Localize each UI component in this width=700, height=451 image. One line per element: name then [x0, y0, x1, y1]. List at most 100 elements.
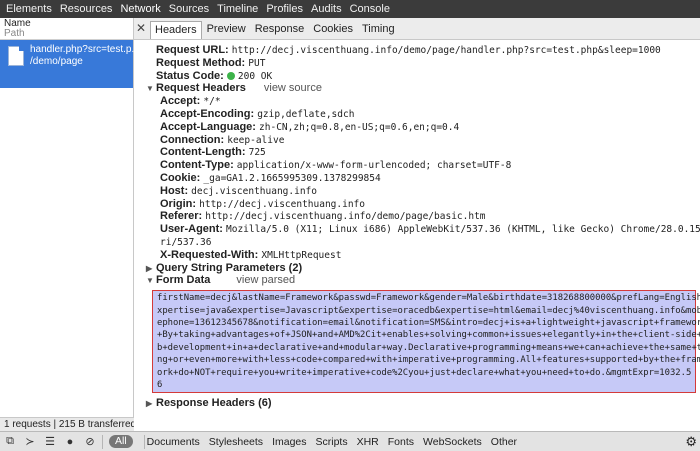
header-key: Host:: [160, 184, 189, 197]
header-value: zh-CN,zh;q=0.8,en-US;q=0.6,en;q=0.4: [259, 121, 460, 133]
tab-timeline[interactable]: Timeline: [217, 0, 258, 18]
request-url-row: Request URL: http://decj.viscenthuang.in…: [146, 44, 700, 57]
response-headers-section[interactable]: ▶ Response Headers (6): [146, 397, 700, 410]
header-row: Accept-Encoding: gzip,deflate,sdch: [146, 108, 700, 121]
tab-profiles[interactable]: Profiles: [266, 0, 303, 18]
tab-resources[interactable]: Resources: [60, 0, 113, 18]
filter-images[interactable]: Images: [272, 436, 306, 448]
status-code-label: Status Code:: [156, 69, 224, 82]
gear-icon[interactable]: ⚙: [685, 434, 697, 450]
form-data-line: ephone=13612345678&notification=email&no…: [157, 317, 700, 328]
header-value: http://decj.viscenthuang.info/demo/page/…: [205, 211, 486, 223]
header-row: X-Requested-With: XMLHttpRequest: [146, 249, 700, 262]
query-string-title: Query String Parameters (2): [156, 261, 303, 274]
tab-audits[interactable]: Audits: [311, 0, 342, 18]
request-name: handler.php?src=test.p...: [30, 44, 140, 55]
list-view-icon[interactable]: ☰: [40, 432, 60, 451]
header-value: Mozilla/5.0 (X11; Linux i686) AppleWebKi…: [226, 224, 700, 236]
form-data-section[interactable]: ▼ Form Data view parsed: [146, 274, 700, 287]
status-ok-icon: [226, 71, 235, 80]
tab-response[interactable]: Response: [251, 21, 309, 39]
header-key: User-Agent:: [160, 223, 223, 236]
header-row: Accept: */*: [146, 95, 700, 108]
tab-sources[interactable]: Sources: [169, 0, 209, 18]
tab-elements[interactable]: Elements: [6, 0, 52, 18]
header-value: _ga=GA1.2.1665995309.1378299854: [203, 172, 381, 184]
tab-timing[interactable]: Timing: [358, 21, 399, 39]
request-headers-title: Request Headers: [156, 82, 246, 95]
request-list-header[interactable]: Name Path: [0, 18, 133, 40]
document-icon: [8, 46, 24, 66]
filter-other[interactable]: Other: [491, 436, 517, 448]
header-value: gzip,deflate,sdch: [257, 108, 355, 120]
header-key: Content-Type:: [160, 159, 234, 172]
header-value: */*: [203, 96, 221, 108]
filter-fonts[interactable]: Fonts: [388, 436, 414, 448]
header-row: Origin: http://decj.viscenthuang.info: [146, 198, 700, 211]
request-method-value: PUT: [248, 57, 266, 69]
header-key: Referer:: [160, 210, 203, 223]
header-value: decj.viscenthuang.info: [191, 185, 318, 197]
tab-headers[interactable]: Headers: [150, 21, 202, 39]
filter-stylesheets[interactable]: Stylesheets: [209, 436, 263, 448]
header-key: Cookie:: [160, 171, 201, 184]
tab-console[interactable]: Console: [350, 0, 390, 18]
filter-all[interactable]: All: [109, 435, 133, 448]
filter-documents[interactable]: Documents: [147, 436, 200, 448]
header-row: User-Agent: Mozilla/5.0 (X11; Linux i686…: [146, 223, 700, 236]
form-data-line: ork+do+NOT+require+you+write+imperative+…: [157, 367, 692, 378]
view-source-link[interactable]: view source: [264, 82, 322, 94]
tab-cookies[interactable]: Cookies: [309, 21, 357, 39]
detail-tabs: ✕ Headers Preview Response Cookies Timin…: [134, 18, 700, 40]
form-data-line: ng+or+even+more+with+less+code+compared+…: [157, 355, 700, 366]
status-code-row: Status Code: 200 OK: [146, 70, 700, 83]
form-data-body[interactable]: firstName=decj&lastName=Framework&passwd…: [152, 290, 700, 394]
header-value: keep-alive: [227, 134, 285, 146]
header-row: Cookie: _ga=GA1.2.1665995309.1378299854: [146, 172, 700, 185]
response-headers-title: Response Headers (6): [156, 397, 272, 410]
form-data-title: Form Data: [156, 274, 211, 287]
header-key: Content-Length:: [160, 146, 246, 159]
request-method-label: Request Method:: [156, 56, 246, 69]
header-row: Content-Type: application/x-www-form-url…: [146, 159, 700, 172]
header-key: Connection:: [160, 133, 225, 146]
header-value: 725: [248, 147, 266, 159]
dock-icon[interactable]: ⧉: [0, 432, 20, 451]
request-headers-section[interactable]: ▼ Request Headers view source: [146, 82, 700, 95]
header-value: XMLHttpRequest: [261, 249, 342, 261]
record-icon[interactable]: ●: [60, 432, 80, 451]
request-list: Name Path handler.php?src=test.p... /dem…: [0, 18, 140, 417]
triangle-down-icon: ▼: [146, 276, 154, 286]
header-row: Referer: http://decj.viscenthuang.info/d…: [146, 210, 700, 223]
divider: [102, 434, 103, 449]
divider: [143, 434, 145, 449]
request-url-value: http://decj.viscenthuang.info/demo/page/…: [231, 45, 661, 56]
view-parsed-link[interactable]: view parsed: [236, 274, 295, 286]
header-row: Accept-Language: zh-CN,zh;q=0.8,en-US;q=…: [146, 121, 700, 134]
console-drawer-icon[interactable]: ≻: [20, 432, 40, 451]
tab-preview[interactable]: Preview: [203, 21, 250, 39]
header-row: Connection: keep-alive: [146, 134, 700, 147]
header-key: Origin:: [160, 197, 197, 210]
header-row: Content-Length: 725: [146, 146, 700, 159]
header-row-continued: ri/537.36: [146, 236, 700, 249]
triangle-right-icon: ▶: [146, 399, 153, 409]
header-row: Host: decj.viscenthuang.info: [146, 185, 700, 198]
form-data-line: b+development+in+a+declarative+and+modul…: [157, 342, 700, 353]
header-key: X-Requested-With:: [160, 248, 259, 261]
query-string-section[interactable]: ▶ Query String Parameters (2): [146, 262, 700, 275]
header-value: ri/537.36: [160, 236, 212, 248]
devtools-panel-tabs: Elements Resources Network Sources Timel…: [0, 0, 700, 18]
request-method-row: Request Method: PUT: [146, 57, 700, 70]
request-path: /demo/page: [30, 56, 83, 67]
form-data-line: firstName=decj&lastName=Framework&passwd…: [157, 293, 700, 304]
filter-scripts[interactable]: Scripts: [316, 436, 348, 448]
request-row[interactable]: handler.php?src=test.p... /demo/page: [0, 40, 140, 88]
tab-network[interactable]: Network: [120, 0, 160, 18]
status-code-value: 200 OK: [237, 70, 273, 82]
filter-websockets[interactable]: WebSockets: [423, 436, 482, 448]
close-icon[interactable]: ✕: [136, 17, 148, 39]
filter-xhr[interactable]: XHR: [357, 436, 379, 448]
clear-icon[interactable]: ⊘: [80, 432, 100, 451]
triangle-down-icon: ▼: [146, 84, 154, 94]
